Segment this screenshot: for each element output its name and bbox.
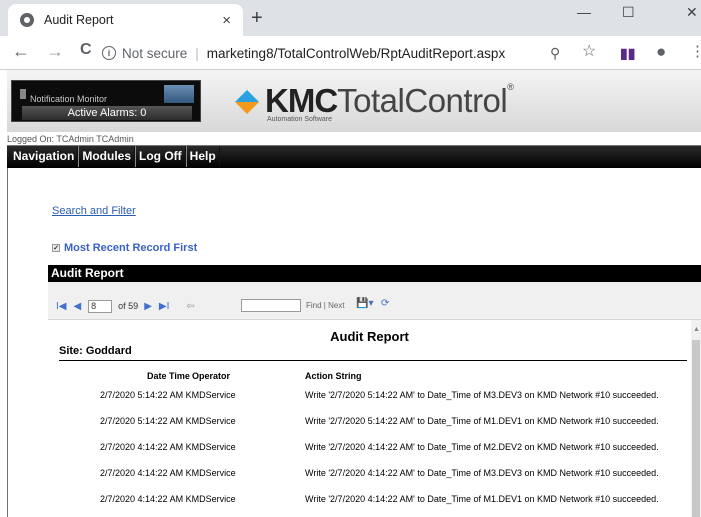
site-label: Site: Goddard — [59, 345, 132, 357]
star-icon[interactable]: ☆ — [582, 44, 596, 60]
report-body: Audit Report Site: Goddard Date Time Ope… — [48, 320, 691, 517]
url-text: marketing8/TotalControlWeb/RptAuditRepor… — [206, 45, 506, 61]
find-link[interactable]: Find — [306, 301, 322, 310]
find-controls: Find | Next — [306, 301, 345, 310]
logo-diamond-icon — [235, 90, 259, 114]
most-recent-label: Most Recent Record First — [64, 242, 198, 254]
main-menubar: Navigation Modules Log Off Help — [7, 145, 701, 168]
export-icon[interactable]: 💾▾ — [356, 298, 373, 309]
checkbox-icon[interactable]: ✓ — [52, 244, 60, 252]
first-page-icon[interactable]: I◀ — [56, 301, 66, 312]
scroll-up-icon[interactable]: ▲ — [693, 326, 700, 333]
page-count: of 59 — [118, 301, 139, 311]
address-bar: ← → C i Not secure | marketing8/TotalCon… — [0, 36, 701, 70]
back-icon[interactable]: ← — [12, 42, 30, 60]
magnifier-icon[interactable]: ⚲ — [550, 46, 560, 60]
site-divider — [59, 360, 687, 361]
brand-bold: KMC — [265, 82, 338, 119]
reload-icon[interactable]: C — [80, 42, 92, 58]
brand-light: TotalControl — [337, 82, 508, 119]
refresh-icon[interactable]: ⟳ — [381, 298, 389, 309]
menu-modules[interactable]: Modules — [78, 146, 136, 167]
logged-on-label: Logged On: TCAdmin TCAdmin — [7, 134, 134, 144]
report-title: Audit Report — [330, 329, 409, 344]
plug-icon — [164, 85, 194, 103]
minimize-icon[interactable]: — — [577, 4, 591, 20]
tab-title: Audit Report — [44, 13, 114, 27]
maximize-icon[interactable]: ☐ — [622, 4, 635, 21]
page-number-input[interactable]: 8 — [88, 299, 113, 313]
kmc-logo: KMCTotalControl® Automation Software — [235, 82, 514, 123]
account-icon[interactable]: ● — [656, 43, 666, 60]
audit-report-header: Audit Report — [48, 265, 701, 282]
security-label: Not secure — [122, 45, 188, 61]
report-scrollbar[interactable]: ▲ — [691, 320, 701, 517]
back-to-parent-icon[interactable]: ⇦ — [186, 301, 194, 312]
notification-monitor[interactable]: Notification Monitor Active Alarms: 0 — [11, 80, 201, 122]
active-alarms[interactable]: Active Alarms: 0 — [22, 106, 192, 120]
info-icon[interactable]: i — [102, 46, 116, 60]
url-separator: | — [195, 45, 199, 61]
col-datetime: Date Time — [147, 371, 190, 381]
last-page-icon[interactable]: ▶I — [159, 301, 169, 312]
tab-close-icon[interactable]: × — [222, 13, 231, 28]
search-and-filter-link[interactable]: Search and Filter — [52, 205, 136, 217]
pager: I◀ ◀ 8 of 59 ▶ ▶I ⇦ — [56, 298, 202, 314]
report-toolbar: I◀ ◀ 8 of 59 ▶ ▶I ⇦ Find | Next 💾▾ ⟳ — [48, 282, 701, 320]
new-tab-button[interactable]: + — [251, 8, 263, 28]
frame-border — [7, 168, 8, 517]
most-recent-checkbox[interactable]: ✓ Most Recent Record First — [52, 242, 197, 254]
find-input[interactable] — [241, 299, 301, 312]
scroll-thumb[interactable] — [692, 340, 700, 517]
menu-navigation[interactable]: Navigation — [7, 146, 79, 167]
app-header: Notification Monitor Active Alarms: 0 KM… — [7, 70, 701, 132]
col-operator: Operator — [192, 371, 231, 381]
menu-log-off[interactable]: Log Off — [135, 146, 186, 167]
url-field[interactable]: i Not secure | marketing8/TotalControlWe… — [102, 40, 597, 66]
extension-icon[interactable]: ▮▮ — [620, 46, 635, 60]
browser-tabstrip: Audit Report × + — ☐ ✕ — [0, 0, 701, 36]
notification-label: Notification Monitor — [30, 94, 108, 104]
window-close-icon[interactable]: ✕ — [686, 4, 698, 21]
browser-tab[interactable]: Audit Report × — [8, 4, 243, 36]
menu-help[interactable]: Help — [185, 146, 220, 167]
find-next-link[interactable]: Next — [328, 301, 344, 310]
menu-kebab-icon[interactable]: ⋮ — [690, 44, 701, 59]
forward-icon[interactable]: → — [46, 42, 64, 60]
col-action: Action String — [305, 371, 362, 381]
prev-page-icon[interactable]: ◀ — [73, 301, 81, 312]
next-page-icon[interactable]: ▶ — [144, 301, 152, 312]
notification-icon — [20, 89, 26, 99]
globe-icon — [20, 13, 34, 27]
